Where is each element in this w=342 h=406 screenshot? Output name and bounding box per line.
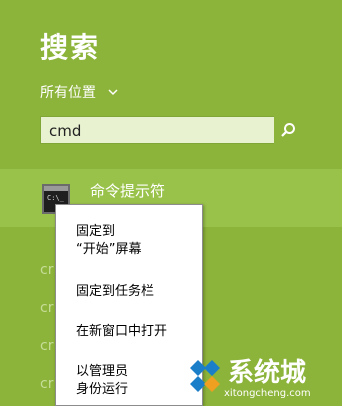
search-button[interactable]: [274, 116, 302, 144]
menu-item-pin-to-taskbar[interactable]: 固定到任务栏: [76, 283, 154, 301]
context-menu: 固定到 “开始”屏幕 固定到任务栏 在新窗口中打开 以管理员 身份运行: [55, 204, 203, 406]
faded-result[interactable]: cr: [40, 300, 53, 316]
menu-item-open-new-window[interactable]: 在新窗口中打开: [76, 323, 167, 341]
search-input[interactable]: cmd: [40, 116, 302, 144]
menu-item-run-as-admin[interactable]: 以管理员 身份运行: [76, 363, 128, 399]
chevron-down-icon: [108, 85, 118, 99]
menu-item-label: 固定到任务栏: [76, 284, 155, 299]
watermark-url: xitongcheng.com: [224, 388, 311, 399]
search-result-label[interactable]: 命令提示符: [90, 180, 165, 201]
faded-result[interactable]: cr: [40, 338, 53, 354]
menu-item-label: 在新窗口中打开: [76, 324, 168, 339]
menu-item-label: 以管理员: [76, 364, 129, 379]
search-title: 搜索: [40, 31, 101, 64]
menu-item-label: 固定到: [76, 224, 116, 239]
scope-label: 所有位置: [40, 85, 96, 101]
menu-item-label: “开始”屏幕: [76, 242, 142, 257]
search-icon: [281, 123, 295, 137]
watermark: 系统城 xitongcheng.com: [186, 350, 342, 406]
scope-selector[interactable]: 所有位置: [40, 82, 118, 102]
menu-item-label: 身份运行: [76, 382, 129, 397]
brand-logo-icon: [190, 360, 220, 392]
faded-result[interactable]: cr: [40, 376, 53, 392]
menu-item-pin-to-start[interactable]: 固定到 “开始”屏幕: [76, 223, 141, 259]
watermark-brand: 系统城: [228, 358, 307, 388]
cmd-icon-text: C:\_: [47, 194, 64, 202]
faded-result[interactable]: cr: [40, 262, 53, 278]
search-input-text[interactable]: cmd: [49, 122, 81, 140]
